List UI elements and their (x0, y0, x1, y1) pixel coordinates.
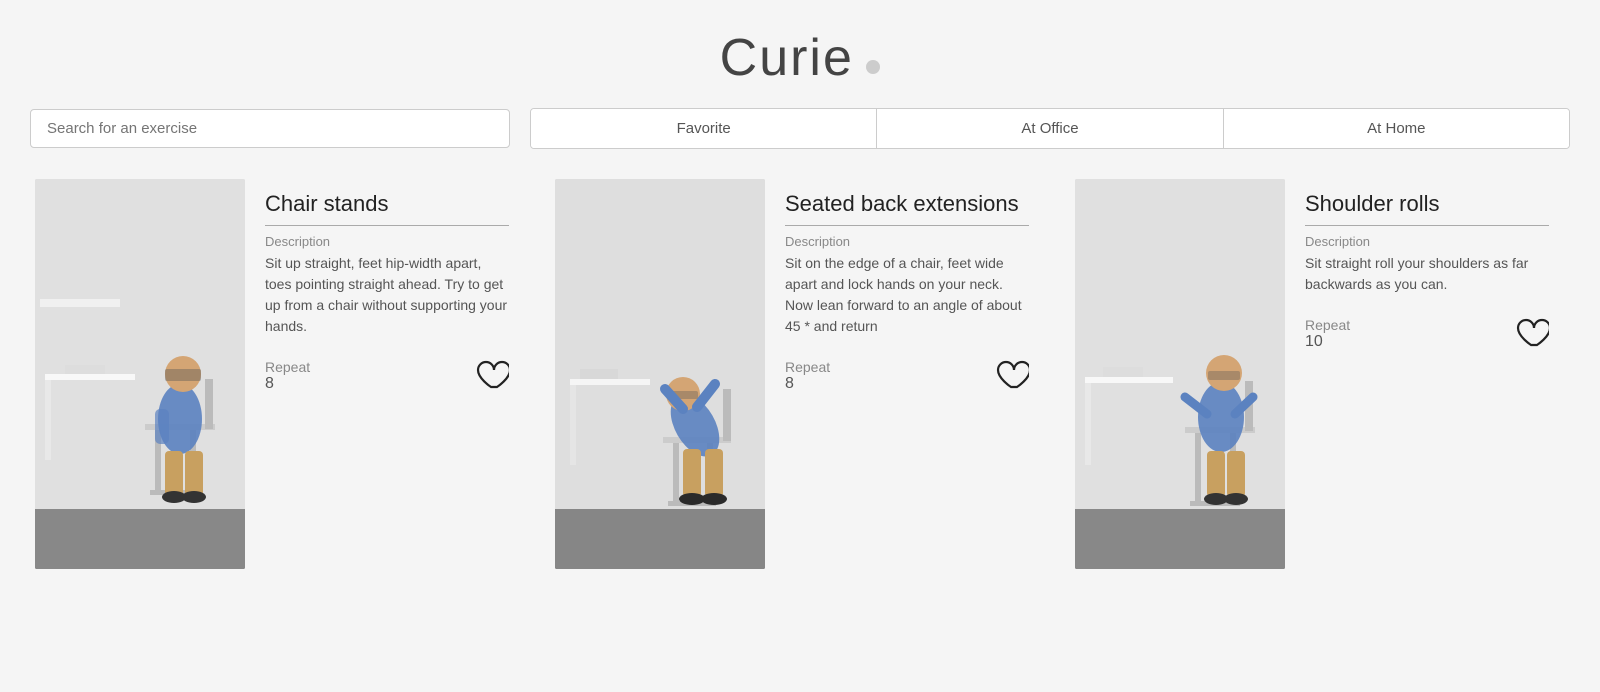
exercise-info-chair-stands: Chair stands Description Sit up straight… (245, 179, 525, 405)
search-wrapper (30, 109, 510, 148)
heart-icon-2 (993, 357, 1029, 393)
heart-icon-3 (1513, 315, 1549, 351)
exercise-image-chair-stands (35, 179, 245, 569)
page-wrapper: Curie Favorite At Office At Home (0, 0, 1600, 569)
exercise-info-seated-back: Seated back extensions Description Sit o… (765, 179, 1045, 405)
exercise-image-seated-back (555, 179, 765, 569)
repeat-section-3: Repeat 10 (1305, 317, 1350, 351)
filter-tabs: Favorite At Office At Home (530, 108, 1570, 149)
favorite-button-3[interactable] (1513, 315, 1549, 351)
favorite-button-2[interactable] (993, 357, 1029, 393)
exercise-footer-1: Repeat 8 (265, 357, 509, 393)
exercise-desc-label-1: Description (265, 234, 509, 249)
tab-favorite[interactable]: Favorite (531, 109, 877, 148)
favorite-button-1[interactable] (473, 357, 509, 393)
header-dot (866, 60, 880, 74)
person-illustration-2 (555, 179, 765, 569)
tab-at-home[interactable]: At Home (1224, 109, 1569, 148)
exercise-desc-label-3: Description (1305, 234, 1549, 249)
exercise-image-shoulder-rolls (1075, 179, 1285, 569)
exercise-desc-2: Sit on the edge of a chair, feet wide ap… (785, 253, 1029, 337)
exercise-desc-3: Sit straight roll your shoulders as far … (1305, 253, 1549, 295)
person-illustration-3 (1075, 179, 1285, 569)
repeat-label-3: Repeat (1305, 317, 1350, 333)
exercise-card-chair-stands: Chair stands Description Sit up straight… (35, 179, 525, 569)
repeat-section-2: Repeat 8 (785, 359, 830, 393)
cards-row: Chair stands Description Sit up straight… (0, 179, 1600, 569)
exercise-photo-2 (555, 179, 765, 569)
exercise-footer-2: Repeat 8 (785, 357, 1029, 393)
repeat-label-2: Repeat (785, 359, 830, 375)
exercise-card-seated-back: Seated back extensions Description Sit o… (555, 179, 1045, 569)
header: Curie (0, 0, 1600, 108)
exercise-footer-3: Repeat 10 (1305, 315, 1549, 351)
repeat-count-2: 8 (785, 375, 830, 393)
heart-icon-1 (473, 357, 509, 393)
person-illustration-1 (35, 179, 245, 569)
repeat-label-1: Repeat (265, 359, 310, 375)
search-input[interactable] (30, 109, 510, 148)
exercise-name-shoulder-rolls: Shoulder rolls (1305, 191, 1549, 226)
exercise-desc-label-2: Description (785, 234, 1029, 249)
exercise-name-seated-back: Seated back extensions (785, 191, 1029, 226)
exercise-info-shoulder-rolls: Shoulder rolls Description Sit straight … (1285, 179, 1565, 363)
exercise-photo-3 (1075, 179, 1285, 569)
repeat-section-1: Repeat 8 (265, 359, 310, 393)
exercise-name-chair-stands: Chair stands (265, 191, 509, 226)
repeat-count-1: 8 (265, 375, 310, 393)
tab-at-office[interactable]: At Office (877, 109, 1223, 148)
exercise-photo-1 (35, 179, 245, 569)
exercise-card-shoulder-rolls: Shoulder rolls Description Sit straight … (1075, 179, 1565, 569)
exercise-desc-1: Sit up straight, feet hip-width apart, t… (265, 253, 509, 337)
controls-row: Favorite At Office At Home (0, 108, 1600, 149)
app-title: Curie (720, 29, 854, 87)
repeat-count-3: 10 (1305, 333, 1350, 351)
